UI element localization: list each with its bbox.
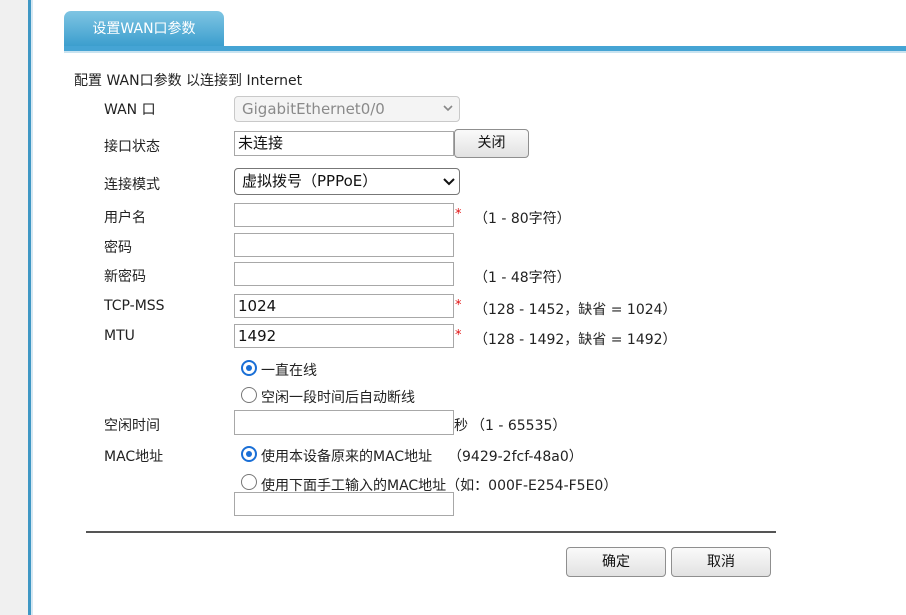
tcp-mss-label: TCP-MSS [104,298,165,314]
idle-time-hint: （1 - 65535） [471,418,567,434]
tab-underline-shadow [64,51,906,53]
footer-divider [86,531,776,533]
tab-wan-settings[interactable]: 设置WAN口参数 [64,11,224,47]
idle-disconnect-radio[interactable] [241,387,257,403]
new-password-hint: （1 - 48字符） [474,270,571,286]
idle-time-label: 空闲时间 [104,418,160,434]
close-interface-button[interactable]: 关闭 [454,129,529,158]
username-hint: （1 - 80字符） [474,211,571,227]
new-password-label: 新密码 [104,269,146,285]
mac-address-label: MAC地址 [104,449,164,465]
tcp-mss-hint: （128 - 1452，缺省 = 1024） [474,302,677,318]
interface-status-label: 接口状态 [104,139,160,155]
wan-port-label: WAN 口 [104,102,156,118]
always-online-label[interactable]: 一直在线 [261,360,317,380]
mac-original-label[interactable]: 使用本设备原来的MAC地址 [261,446,432,466]
idle-time-unit: 秒 [454,418,468,434]
chevron-down-icon [443,178,455,186]
username-label: 用户名 [104,210,146,226]
left-border-shadow [31,0,33,615]
mac-manual-radio[interactable] [241,474,257,490]
password-label: 密码 [104,240,132,256]
tcp-mss-required-mark: * [455,298,462,313]
mtu-label: MTU [104,328,135,344]
mtu-input[interactable]: 1492 [234,324,454,348]
always-online-radio[interactable] [241,360,257,376]
username-required-mark: * [455,207,462,222]
connection-mode-label: 连接模式 [104,177,160,193]
tcp-mss-input[interactable]: 1024 [234,294,454,318]
mac-original-radio[interactable] [241,446,257,462]
connection-mode-select[interactable]: 虚拟拨号（PPPoE） [234,168,460,195]
wan-port-selected: GigabitEthernet0/0 [242,100,385,118]
page-description: 配置 WAN口参数 以连接到 Internet [74,73,303,89]
mac-original-value: （9429-2fcf-48a0） [448,449,583,465]
password-input[interactable] [234,233,454,257]
idle-disconnect-label[interactable]: 空闲一段时间后自动断线 [261,387,415,407]
mtu-required-mark: * [455,328,462,343]
mtu-hint: （128 - 1492，缺省 = 1492） [474,332,677,348]
connection-mode-selected: 虚拟拨号（PPPoE） [242,172,378,190]
idle-time-input[interactable] [234,410,454,435]
confirm-button[interactable]: 确定 [566,547,666,577]
cancel-button[interactable]: 取消 [671,547,771,577]
left-sidebar-edge [0,0,28,615]
username-input[interactable] [234,203,454,227]
interface-status-field: 未连接 [234,131,454,156]
mac-manual-input[interactable] [234,492,454,516]
wan-port-select: GigabitEthernet0/0 [234,96,460,122]
new-password-input[interactable] [234,262,454,286]
chevron-down-icon [443,105,453,113]
